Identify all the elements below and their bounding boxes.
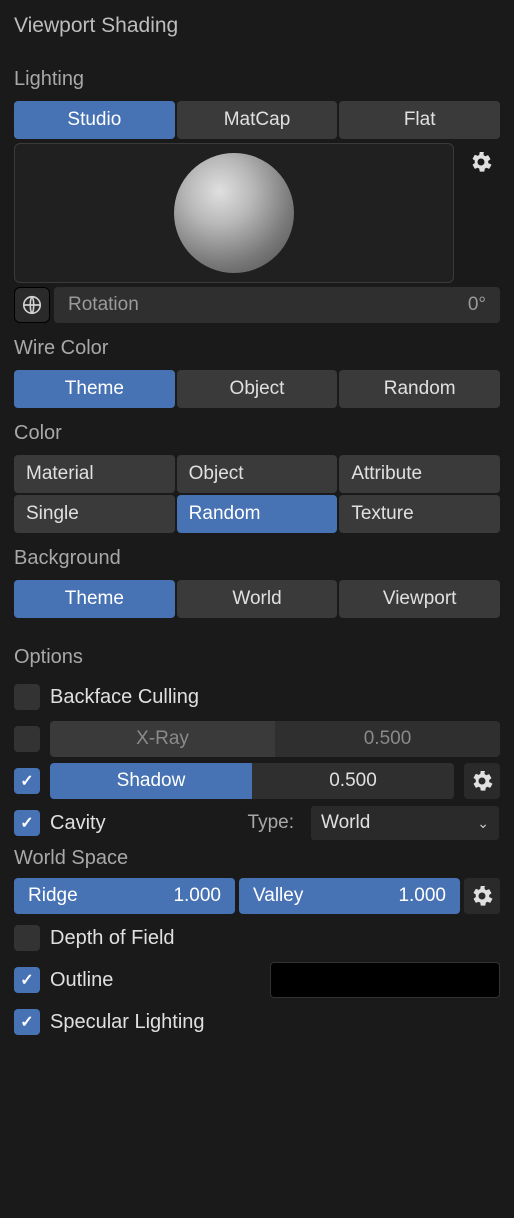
world-space-label: World Space bbox=[14, 847, 500, 870]
ridge-slider[interactable]: Ridge 1.000 bbox=[14, 878, 235, 914]
globe-icon bbox=[21, 294, 43, 316]
studio-light-settings-button[interactable] bbox=[462, 143, 500, 181]
xray-slider-label: X-Ray bbox=[50, 721, 275, 757]
wire-color-tabs: Theme Object Random bbox=[14, 370, 500, 408]
background-label: Background bbox=[14, 547, 500, 570]
shadow-slider-value: 0.500 bbox=[252, 763, 454, 799]
rotation-field-value: 0° bbox=[468, 294, 486, 316]
color-texture[interactable]: Texture bbox=[339, 495, 500, 533]
options-label: Options bbox=[14, 646, 500, 669]
color-random[interactable]: Random bbox=[177, 495, 338, 533]
cavity-type-value: World bbox=[321, 812, 370, 834]
specular-label: Specular Lighting bbox=[50, 1011, 205, 1034]
shadow-settings-button[interactable] bbox=[464, 763, 500, 799]
background-tabs: Theme World Viewport bbox=[14, 580, 500, 618]
valley-slider[interactable]: Valley 1.000 bbox=[239, 878, 460, 914]
xray-slider[interactable]: X-Ray 0.500 bbox=[50, 721, 500, 757]
ridge-value: 1.000 bbox=[173, 885, 221, 907]
shadow-slider-label: Shadow bbox=[50, 763, 252, 799]
backface-culling-checkbox[interactable] bbox=[14, 684, 40, 710]
lighting-label: Lighting bbox=[14, 68, 500, 91]
valley-value: 1.000 bbox=[398, 885, 446, 907]
depth-of-field-label: Depth of Field bbox=[50, 927, 175, 950]
wire-color-object[interactable]: Object bbox=[177, 370, 338, 408]
panel-title: Viewport Shading bbox=[14, 14, 500, 38]
chevron-down-icon: ⌄ bbox=[477, 815, 489, 832]
color-single[interactable]: Single bbox=[14, 495, 175, 533]
cavity-type-dropdown[interactable]: World ⌄ bbox=[310, 805, 500, 841]
background-viewport[interactable]: Viewport bbox=[339, 580, 500, 618]
rotation-field-label: Rotation bbox=[68, 294, 139, 316]
gear-icon bbox=[470, 884, 494, 908]
background-theme[interactable]: Theme bbox=[14, 580, 175, 618]
lighting-tabs: Studio MatCap Flat bbox=[14, 101, 500, 139]
preview-sphere bbox=[174, 153, 294, 273]
color-grid: Material Object Attribute Single Random … bbox=[14, 455, 500, 533]
wire-color-label: Wire Color bbox=[14, 337, 500, 360]
cavity-checkbox[interactable] bbox=[14, 810, 40, 836]
cavity-type-label: Type: bbox=[248, 812, 294, 834]
color-attribute[interactable]: Attribute bbox=[339, 455, 500, 493]
gear-icon bbox=[470, 769, 494, 793]
cavity-label: Cavity bbox=[50, 812, 106, 835]
gear-icon bbox=[469, 150, 493, 174]
lighting-tab-flat[interactable]: Flat bbox=[339, 101, 500, 139]
valley-label: Valley bbox=[253, 885, 303, 907]
shadow-slider[interactable]: Shadow 0.500 bbox=[50, 763, 454, 799]
outline-color-swatch[interactable] bbox=[270, 962, 500, 998]
rotation-field[interactable]: Rotation 0° bbox=[54, 287, 500, 323]
world-space-settings-button[interactable] bbox=[464, 878, 500, 914]
outline-label: Outline bbox=[50, 969, 113, 992]
world-space-lighting-toggle[interactable] bbox=[14, 287, 50, 323]
backface-culling-label: Backface Culling bbox=[50, 686, 199, 709]
depth-of-field-checkbox[interactable] bbox=[14, 925, 40, 951]
lighting-tab-studio[interactable]: Studio bbox=[14, 101, 175, 139]
specular-checkbox[interactable] bbox=[14, 1009, 40, 1035]
lighting-tab-matcap[interactable]: MatCap bbox=[177, 101, 338, 139]
wire-color-theme[interactable]: Theme bbox=[14, 370, 175, 408]
color-material[interactable]: Material bbox=[14, 455, 175, 493]
ridge-label: Ridge bbox=[28, 885, 78, 907]
outline-checkbox[interactable] bbox=[14, 967, 40, 993]
studio-light-preview[interactable] bbox=[14, 143, 454, 283]
wire-color-random[interactable]: Random bbox=[339, 370, 500, 408]
xray-checkbox[interactable] bbox=[14, 726, 40, 752]
color-label: Color bbox=[14, 422, 500, 445]
background-world[interactable]: World bbox=[177, 580, 338, 618]
color-object[interactable]: Object bbox=[177, 455, 338, 493]
xray-slider-value: 0.500 bbox=[275, 721, 500, 757]
shadow-checkbox[interactable] bbox=[14, 768, 40, 794]
